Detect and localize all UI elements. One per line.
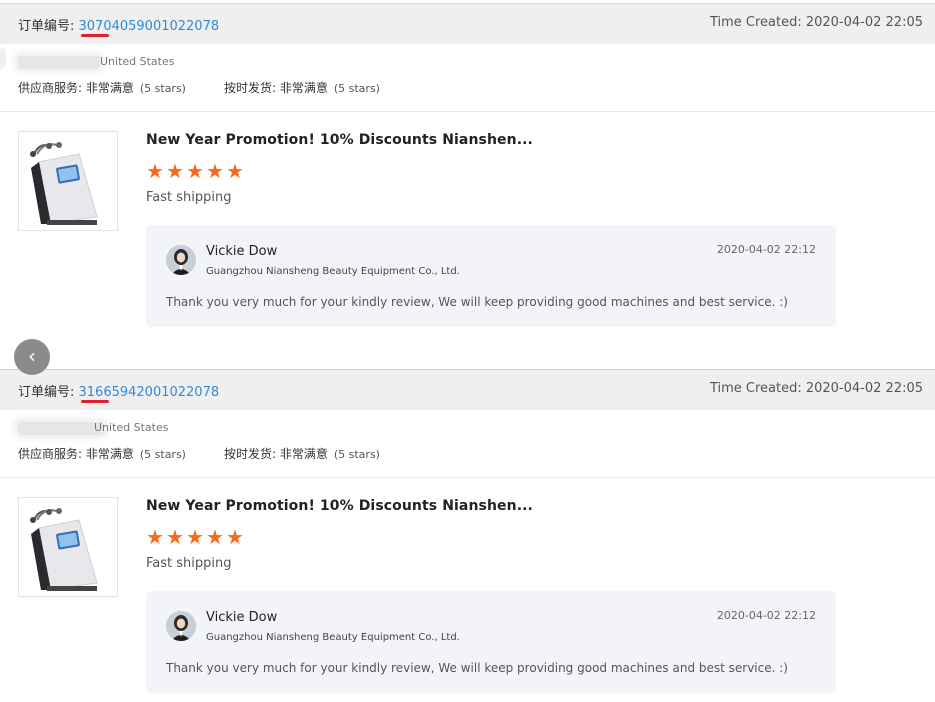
star-icon: ★ [206,525,224,549]
order-number-prefix: 订单编号: [18,19,79,34]
beauty-machine-image [19,498,117,596]
star-icon: ★ [226,159,244,183]
order-number-label: 订单编号: 31665942001022078 [18,381,219,400]
order-number-link[interactable]: 30704059001022078 [79,19,220,34]
reply-time: 2020-04-02 22:12 [716,609,816,622]
reply-company: Guangzhou Niansheng Beauty Equipment Co.… [206,266,460,277]
order-number-label: 订单编号: 30704059001022078 [18,15,219,34]
star-icon: ★ [146,159,164,183]
order-number-highlight [81,400,109,403]
time-created: Time Created: 2020-04-02 22:05 [709,15,923,30]
order-header: 订单编号: 30704059001022078 Time Created: 20… [0,3,935,44]
star-icon: ★ [146,525,164,549]
carousel-prev-button[interactable]: ‹ [14,339,50,375]
avatar [166,611,196,641]
avatar [166,245,196,275]
supplier-service-stars: (5 stars) [139,82,186,95]
order-number-prefix: 订单编号: [18,385,79,400]
supplier-service-rating: 供应商服务: 非常满意 [18,81,134,95]
reply-time: 2020-04-02 22:12 [716,243,816,256]
supplier-service-stars: (5 stars) [139,448,186,461]
star-icon: ★ [186,159,204,183]
star-icon: ★ [166,159,184,183]
reply-text: Thank you very much for your kindly revi… [166,295,788,309]
shipping-stars: (5 stars) [333,448,380,461]
star-icon: ★ [166,525,184,549]
star-icon: ★ [186,525,204,549]
shipping-stars: (5 stars) [333,82,380,95]
buyer-country: United States [100,55,175,68]
buyer-name-redacted [18,56,100,69]
supplier-service-rating: 供应商服务: 非常满意 [18,447,134,461]
reply-author-name: Vickie Dow [206,244,278,259]
product-title[interactable]: New Year Promotion! 10% Discounts Niansh… [146,498,533,514]
reply-company: Guangzhou Niansheng Beauty Equipment Co.… [206,632,460,643]
seller-reply: Vickie Dow Guangzhou Niansheng Beauty Eq… [146,225,836,327]
seller-avatar-image [166,611,196,641]
product-thumbnail[interactable] [18,497,118,597]
product-thumbnail[interactable] [18,131,118,231]
seller-ratings: 供应商服务: 非常满意 (5 stars) 按时发货: 非常满意 (5 stars) [18,79,380,96]
seller-ratings: 供应商服务: 非常满意 (5 stars) 按时发货: 非常满意 (5 stars) [18,445,380,462]
seller-avatar-image [166,245,196,275]
divider [0,111,935,112]
reply-text: Thank you very much for your kindly revi… [166,661,788,675]
buyer-country: United States [94,421,169,434]
review-stars: ★ ★ ★ ★ ★ [146,527,246,547]
time-created: Time Created: 2020-04-02 22:05 [709,381,923,396]
order-number-highlight [81,34,109,37]
review-text: Fast shipping [146,190,232,205]
order-header: 订单编号: 31665942001022078 Time Created: 20… [0,369,935,410]
buyer-name-redacted [18,422,104,435]
review-text: Fast shipping [146,556,232,571]
chevron-left-icon: ‹ [28,344,36,368]
beauty-machine-image [19,132,117,230]
review-stars: ★ ★ ★ ★ ★ [146,161,246,181]
product-title[interactable]: New Year Promotion! 10% Discounts Niansh… [146,132,533,148]
order-card: 订单编号: 31665942001022078 Time Created: 20… [0,369,935,702]
shipping-rating: 按时发货: 非常满意 [223,81,328,95]
order-number-link[interactable]: 31665942001022078 [79,385,220,400]
order-card: 订单编号: 30704059001022078 Time Created: 20… [0,3,935,348]
star-icon: ★ [226,525,244,549]
seller-reply: Vickie Dow Guangzhou Niansheng Beauty Eq… [146,591,836,693]
shipping-rating: 按时发货: 非常满意 [223,447,328,461]
divider [0,477,935,478]
star-icon: ★ [206,159,224,183]
reply-author-name: Vickie Dow [206,610,278,625]
